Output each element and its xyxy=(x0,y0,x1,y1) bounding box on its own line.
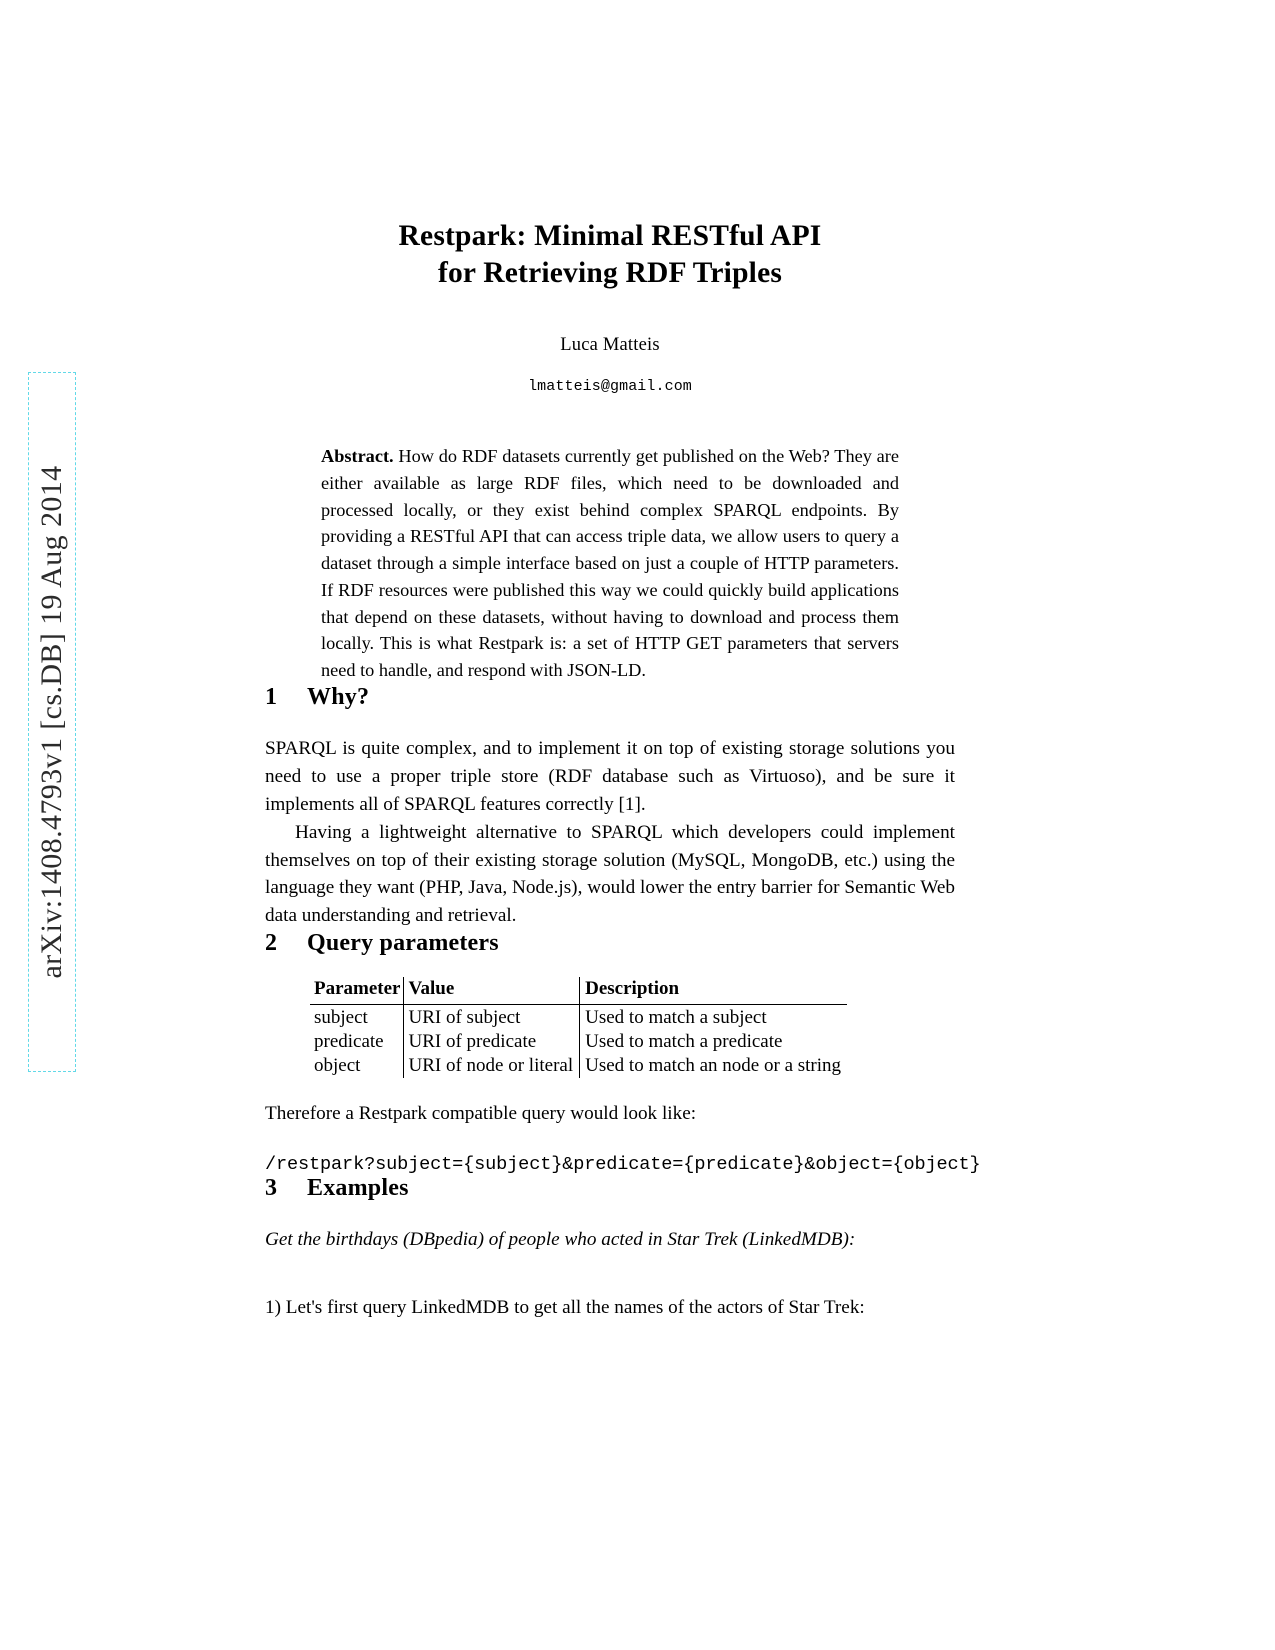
title-line-1: Restpark: Minimal RESTful API xyxy=(398,220,822,252)
section-heading-examples: 3 Examples xyxy=(265,1175,955,1202)
cell-value: URI of node or literal xyxy=(402,1054,580,1079)
paper-page: arXiv:1408.4793v1 [cs.DB] 19 Aug 2014 Re… xyxy=(0,0,1275,1650)
page-title: Restpark: Minimal RESTful API for Retrie… xyxy=(265,218,955,293)
section1-paragraph-1: SPARQL is quite complex, and to implemen… xyxy=(265,738,955,815)
section-heading-query-parameters: 2 Query parameters xyxy=(265,930,955,957)
arxiv-stamp: arXiv:1408.4793v1 [cs.DB] 19 Aug 2014 xyxy=(28,372,76,1072)
cell-description: Used to match a subject xyxy=(579,1004,848,1030)
example-description: Get the birthdays (DBpedia) of people wh… xyxy=(265,1229,856,1251)
query-template-code: /restpark?subject={subject}&predicate={p… xyxy=(265,1154,981,1176)
params-table-wrapper: Parameter Value Description subject URI … xyxy=(310,977,955,1079)
params-table-body: subject URI of subject Used to match a s… xyxy=(310,1004,848,1079)
table-header-value: Value xyxy=(402,977,580,1005)
section-number-1: 1 xyxy=(265,684,278,711)
arxiv-stamp-text: arXiv:1408.4793v1 [cs.DB] 19 Aug 2014 xyxy=(35,465,68,979)
cell-parameter: subject xyxy=(314,1006,368,1028)
table-header-parameter: Parameter xyxy=(310,977,403,1005)
table-header-row: Parameter Value Description xyxy=(310,977,848,1005)
page-content-column: Restpark: Minimal RESTful API for Retrie… xyxy=(265,0,981,1322)
section-title-2: Query parameters xyxy=(307,930,499,957)
table-row: object URI of node or literal Used to ma… xyxy=(310,1054,848,1079)
abstract-label: Abstract. xyxy=(321,445,394,466)
cell-parameter: object xyxy=(314,1055,361,1077)
abstract-block: Abstract. How do RDF datasets currently … xyxy=(321,443,899,684)
section-number-3: 3 xyxy=(265,1175,278,1202)
author-name: Luca Matteis xyxy=(560,334,660,355)
params-table: Parameter Value Description subject URI … xyxy=(310,977,848,1079)
abstract-text: How do RDF datasets currently get publis… xyxy=(321,445,899,681)
cell-parameter: predicate xyxy=(314,1030,384,1052)
query-intro-text: Therefore a Restpark compatible query wo… xyxy=(265,1103,697,1125)
params-table-head: Parameter Value Description xyxy=(310,977,848,1005)
table-row: predicate URI of predicate Used to match… xyxy=(310,1029,848,1055)
table-row: subject URI of subject Used to match a s… xyxy=(310,1004,848,1030)
section-title-3: Examples xyxy=(307,1175,409,1202)
author-email: lmatteis@gmail.com xyxy=(528,377,692,395)
cell-description: Used to match a predicate xyxy=(579,1029,848,1055)
section-title-1: Why? xyxy=(307,684,370,711)
title-line-2: for Retrieving RDF Triples xyxy=(437,257,783,290)
example-step-1: 1) Let's first query LinkedMDB to get al… xyxy=(265,1297,865,1319)
cell-value: URI of subject xyxy=(402,1004,580,1030)
cell-value: URI of predicate xyxy=(402,1029,580,1055)
section-heading-why: 1 Why? xyxy=(265,684,955,711)
section1-paragraph-2: Having a lightweight alternative to SPAR… xyxy=(265,821,955,927)
table-header-description: Description xyxy=(579,977,848,1005)
section-number-2: 2 xyxy=(265,930,278,957)
cell-description: Used to match an node or a string xyxy=(579,1054,848,1079)
